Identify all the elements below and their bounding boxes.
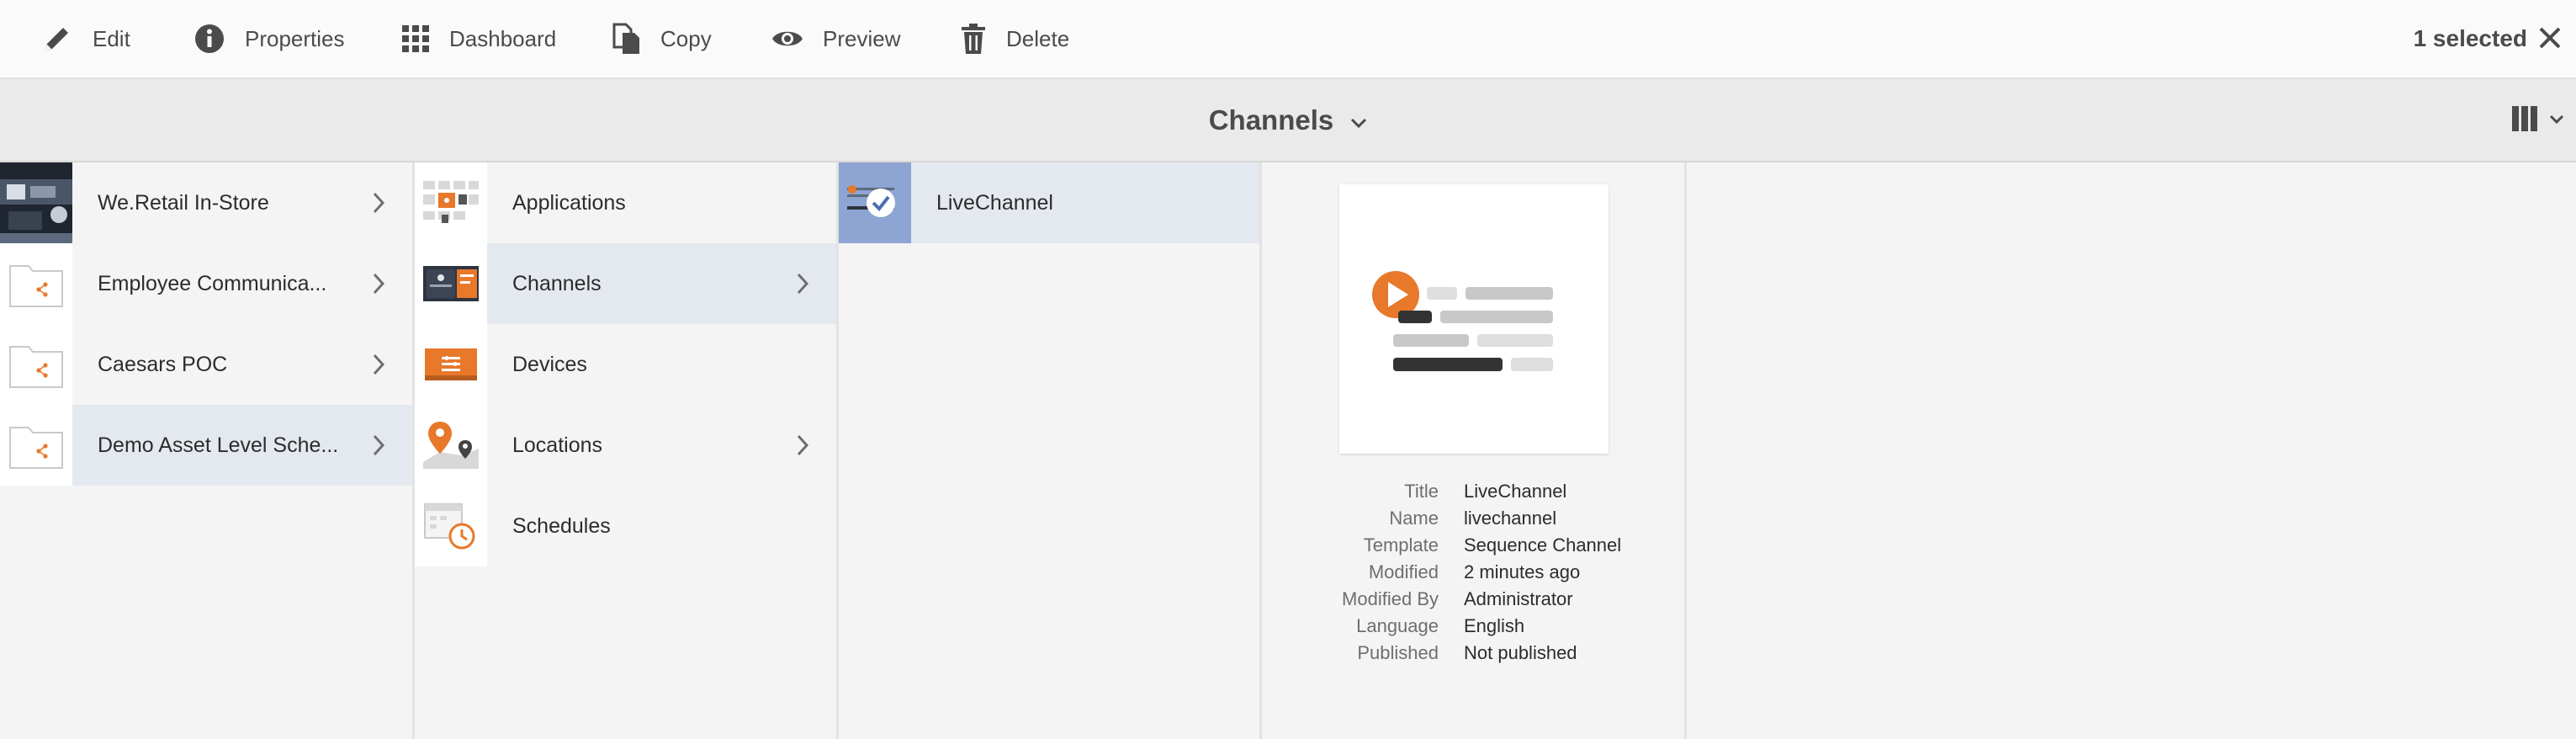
grid-icon [400,24,431,54]
copy-icon [612,22,642,56]
folder-icon [0,243,72,324]
dashboard-label: Dashboard [449,25,557,51]
meta-key: Template [1363,534,1439,556]
view-switcher[interactable] [2510,104,2564,137]
delete-button[interactable]: Delete [959,0,1069,77]
meta-row-language: Language English [1262,613,1687,640]
dashboard-button[interactable]: Dashboard [400,0,556,77]
meta-row-name: Name livechannel [1262,505,1687,532]
page-title: Channels [1208,104,1334,136]
folder-icon [0,405,72,486]
sites-column: We.Retail In-Store Employee Communica...… [0,162,415,739]
list-item-devices[interactable]: Devices [415,324,836,405]
meta-key: Published [1357,642,1439,663]
close-selection-button[interactable] [2536,24,2564,56]
list-item-label: LiveChannel [936,190,1053,215]
copy-label: Copy [660,25,712,51]
properties-label: Properties [245,25,345,51]
meta-row-title: Title LiveChannel [1262,478,1687,505]
devices-icon [415,324,487,405]
list-item-label: Demo Asset Level Sche... [98,433,339,457]
eye-icon [771,22,804,56]
meta-value: Administrator [1464,588,1573,609]
list-item-locations[interactable]: Locations [415,405,836,486]
list-item-label: Schedules [512,513,611,538]
channels-icon [415,243,487,324]
title-dropdown[interactable]: Channels [0,79,2576,161]
meta-value: Sequence Channel [1464,534,1622,556]
meta-key: Title [1404,481,1439,502]
meta-row-modified: Modified 2 minutes ago [1262,559,1687,586]
selected-check-thumbnail [839,162,911,243]
meta-value: Not published [1464,642,1577,663]
properties-button[interactable]: Properties [193,0,345,77]
edit-label: Edit [93,25,130,51]
meta-key: Language [1356,615,1439,636]
list-item-schedules[interactable]: Schedules [415,486,836,566]
site-thumbnail [0,162,72,243]
properties-list: Title LiveChannel Name livechannel Templ… [1262,478,1687,667]
edit-button[interactable]: Edit [40,0,130,77]
chevron-right-icon [372,191,385,219]
list-item-livechannel[interactable]: LiveChannel [839,162,1259,243]
preview-label: Preview [823,25,901,51]
schedule-clock-icon [415,486,487,566]
meta-key: Modified [1368,561,1439,582]
meta-key: Modified By [1342,588,1439,609]
meta-value: livechannel [1464,508,1557,529]
meta-row-modified-by: Modified By Administrator [1262,586,1687,613]
meta-row-published: Published Not published [1262,640,1687,667]
pencil-icon [40,22,74,56]
list-item-label: Applications [512,190,626,215]
chevron-down-icon [1350,104,1367,136]
list-item-label: Caesars POC [98,352,228,376]
list-item-label: Locations [512,433,603,457]
list-item-we-retail-in-store[interactable]: We.Retail In-Store [0,162,412,243]
applications-icon [415,162,487,243]
chevron-right-icon [372,433,385,461]
chevron-down-icon [2549,114,2564,129]
copy-button[interactable]: Copy [612,0,712,77]
meta-value: 2 minutes ago [1464,561,1581,582]
action-bar: Edit Properties Dashboard Copy Preview D… [0,0,2576,79]
chevron-right-icon [796,272,809,300]
page-header: Channels [0,79,2576,162]
list-item-employee-communications[interactable]: Employee Communica... [0,243,412,324]
list-item-label: We.Retail In-Store [98,190,269,215]
column-view-icon [2510,104,2539,137]
list-item-caesars-poc[interactable]: Caesars POC [0,324,412,405]
location-pin-icon [415,405,487,486]
meta-value: LiveChannel [1464,481,1567,502]
channels-column: LiveChannel [839,162,1262,739]
preview-button[interactable]: Preview [771,0,900,77]
folder-icon [0,324,72,405]
list-item-demo-asset-level-schedules[interactable]: Demo Asset Level Sche... [0,405,412,486]
meta-value: English [1464,615,1525,636]
chevron-right-icon [372,353,385,380]
meta-row-template: Template Sequence Channel [1262,532,1687,559]
list-item-label: Channels [512,271,602,295]
sections-column: Applications Channels Devices Locations … [415,162,839,739]
meta-key: Name [1389,508,1439,529]
info-icon [193,22,226,56]
trash-icon [959,22,988,56]
details-column: Title LiveChannel Name livechannel Templ… [1262,162,1687,739]
list-item-label: Devices [512,352,587,376]
chevron-right-icon [372,272,385,300]
delete-label: Delete [1006,25,1070,51]
list-item-channels[interactable]: Channels [415,243,836,324]
selection-count: 1 selected [2413,25,2527,51]
list-item-label: Employee Communica... [98,271,327,295]
list-item-applications[interactable]: Applications [415,162,836,243]
chevron-right-icon [796,433,809,461]
close-icon [2536,27,2564,56]
channel-preview-thumbnail [1339,184,1609,454]
